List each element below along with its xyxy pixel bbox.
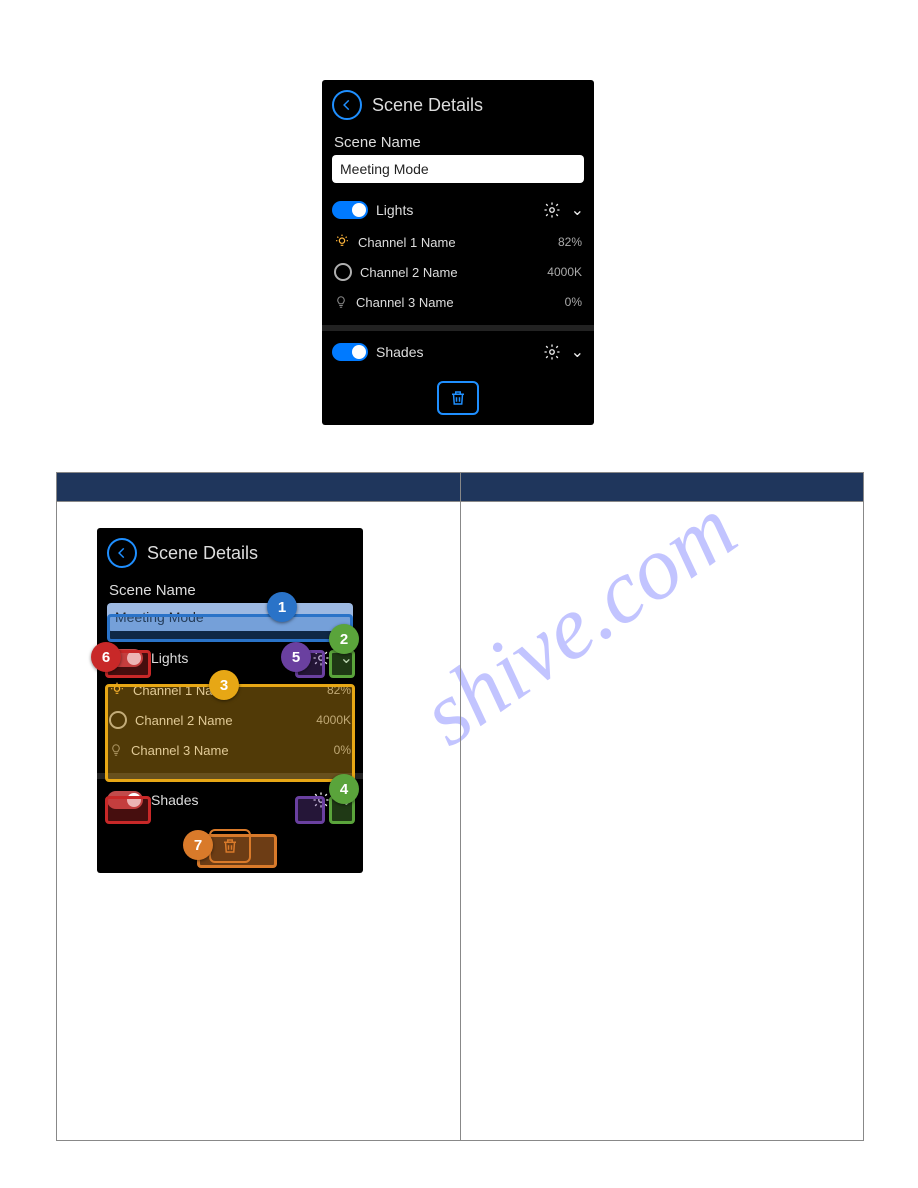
lights-group: Lights ⌄ Channel 1 Name 82% Channel 2 Na… <box>322 189 594 321</box>
table-cell-description <box>460 502 864 1141</box>
channel-row[interactable]: Channel 3 Name 0% <box>332 287 584 317</box>
lights-label: Lights <box>151 650 188 666</box>
page-title: Scene Details <box>372 95 483 116</box>
highlight-shades-gear <box>295 796 325 824</box>
lights-header-row: Lights ⌄ <box>332 193 584 227</box>
scene-details-screenshot-annotated: Scene Details Scene Name Meeting Mode Li… <box>97 528 363 873</box>
bulb-on-icon <box>334 234 350 250</box>
shades-toggle[interactable] <box>332 343 368 361</box>
back-button[interactable] <box>332 90 362 120</box>
delete-button[interactable] <box>437 381 479 415</box>
color-temp-icon <box>334 263 352 281</box>
scene-name-label: Scene Name <box>97 572 363 603</box>
trash-icon <box>449 389 467 407</box>
shades-header-row: Shades ⌄ <box>332 335 584 369</box>
scene-name-input[interactable]: Meeting Mode <box>332 155 584 183</box>
callout-marker-3: 3 <box>209 670 239 700</box>
app-header: Scene Details <box>322 80 594 124</box>
scene-details-screenshot-top: Scene Details Scene Name Meeting Mode Li… <box>322 80 594 425</box>
channel-row[interactable]: Channel 1 Name 82% <box>332 227 584 257</box>
channel-name: Channel 2 Name <box>360 265 458 280</box>
channel-row[interactable]: Channel 2 Name 4000K <box>332 257 584 287</box>
table-header-row <box>57 473 864 502</box>
highlight-shades-toggle <box>105 796 151 824</box>
page: shive.com Scene Details Scene Name Meeti… <box>0 0 918 1188</box>
page-title: Scene Details <box>147 543 258 564</box>
highlight-scene-name <box>107 614 353 642</box>
shades-label: Shades <box>376 344 423 360</box>
lights-toggle[interactable] <box>332 201 368 219</box>
channel-value: 82% <box>558 235 582 249</box>
shades-label: Shades <box>151 792 198 808</box>
callout-marker-6: 6 <box>91 642 121 672</box>
lights-label: Lights <box>376 202 413 218</box>
shades-group: Shades ⌄ <box>322 331 594 373</box>
table-cell-screenshot: Scene Details Scene Name Meeting Mode Li… <box>57 502 461 1141</box>
description-table: Scene Details Scene Name Meeting Mode Li… <box>56 472 864 1141</box>
arrow-left-icon <box>340 98 354 112</box>
gear-icon[interactable] <box>543 201 561 219</box>
channel-name: Channel 3 Name <box>356 295 454 310</box>
callout-marker-2: 2 <box>329 624 359 654</box>
arrow-left-icon <box>115 546 129 560</box>
channel-value: 4000K <box>547 265 582 279</box>
channel-name: Channel 1 Name <box>358 235 456 250</box>
scene-name-label: Scene Name <box>322 124 594 155</box>
gear-icon[interactable] <box>543 343 561 361</box>
chevron-down-icon[interactable]: ⌄ <box>571 200 584 220</box>
callout-marker-4: 4 <box>329 774 359 804</box>
back-button[interactable] <box>107 538 137 568</box>
callout-marker-1: 1 <box>267 592 297 622</box>
bulb-off-icon <box>334 295 348 309</box>
chevron-down-icon[interactable]: ⌄ <box>571 342 584 362</box>
callout-marker-5: 5 <box>281 642 311 672</box>
callout-marker-7: 7 <box>183 830 213 860</box>
channel-value: 0% <box>565 295 582 309</box>
highlight-lights-chevron <box>329 650 355 678</box>
